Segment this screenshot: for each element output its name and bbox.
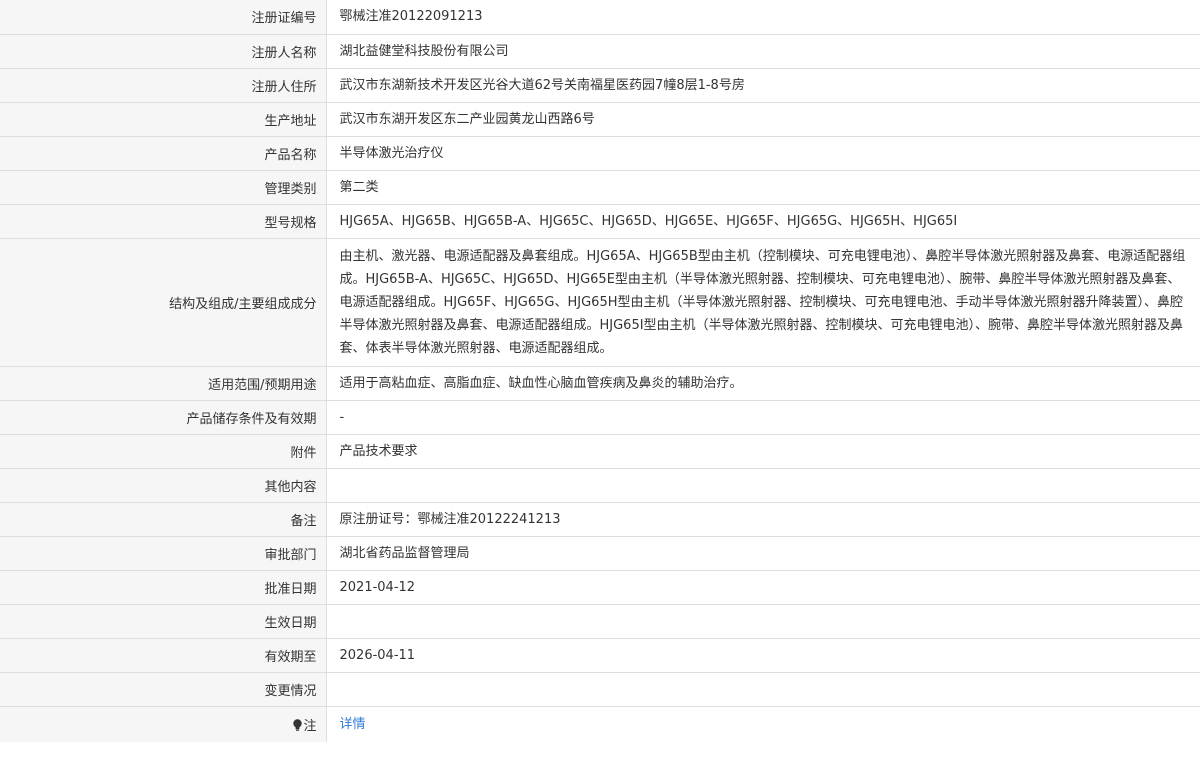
table-row: 管理类别 第二类 [0,170,1200,205]
row-label: 产品储存条件及有效期 [0,400,327,435]
table-row: 附件 产品技术要求 [0,434,1200,469]
row-value: HJG65A、HJG65B、HJG65B-A、HJG65C、HJG65D、HJG… [326,204,1200,239]
lightbulb-icon [293,719,303,731]
row-value: 产品技术要求 [326,434,1200,469]
row-value: 武汉市东湖新技术开发区光谷大道62号关南福星医药园7幢8层1-8号房 [326,68,1200,103]
row-value: 湖北益健堂科技股份有限公司 [326,34,1200,69]
row-label: 批准日期 [0,570,327,605]
row-value: 2026-04-11 [326,638,1200,673]
row-value: 鄂械注准20122091213 [326,0,1200,35]
table-row: 有效期至 2026-04-11 [0,638,1200,673]
row-label: 注册证编号 [0,0,327,35]
row-value: 湖北省药品监督管理局 [326,536,1200,571]
row-label: 审批部门 [0,536,327,571]
row-label: 型号规格 [0,204,327,239]
row-label: 备注 [0,502,327,537]
row-label: 注册人名称 [0,34,327,69]
row-value: - [326,400,1200,435]
row-label: 产品名称 [0,136,327,171]
row-value: 原注册证号：鄂械注准20122241213 [326,502,1200,537]
row-value: 武汉市东湖开发区东二产业园黄龙山西路6号 [326,102,1200,137]
row-value [326,604,1200,639]
row-label: 生产地址 [0,102,327,137]
table-row: 注 详情 [0,706,1200,742]
table-row: 批准日期 2021-04-12 [0,570,1200,605]
row-value: 由主机、激光器、电源适配器及鼻套组成。HJG65A、HJG65B型由主机（控制模… [326,238,1200,367]
table-row: 适用范围/预期用途 适用于高粘血症、高脂血症、缺血性心脑血管疾病及鼻炎的辅助治疗… [0,366,1200,401]
row-label: 注 [303,718,317,734]
table-row: 产品储存条件及有效期 - [0,400,1200,435]
table-row: 变更情况 [0,672,1200,707]
note-label-cell: 注 [0,706,327,742]
row-label: 有效期至 [0,638,327,673]
table-row: 型号规格 HJG65A、HJG65B、HJG65B-A、HJG65C、HJG65… [0,204,1200,239]
row-label: 附件 [0,434,327,469]
table-row: 注册人名称 湖北益健堂科技股份有限公司 [0,34,1200,69]
table-row: 注册人住所 武汉市东湖新技术开发区光谷大道62号关南福星医药园7幢8层1-8号房 [0,68,1200,103]
table-row: 生效日期 [0,604,1200,639]
table-row: 备注 原注册证号：鄂械注准20122241213 [0,502,1200,537]
row-label: 生效日期 [0,604,327,639]
table-row: 产品名称 半导体激光治疗仪 [0,136,1200,171]
row-value: 2021-04-12 [326,570,1200,605]
registration-detail-table: 注册证编号 鄂械注准20122091213 注册人名称 湖北益健堂科技股份有限公… [0,0,1200,742]
table-row: 其他内容 [0,468,1200,503]
row-value: 第二类 [326,170,1200,205]
row-label: 其他内容 [0,468,327,503]
table-row: 生产地址 武汉市东湖开发区东二产业园黄龙山西路6号 [0,102,1200,137]
row-value: 详情 [326,706,1200,742]
row-value: 半导体激光治疗仪 [326,136,1200,171]
row-label: 变更情况 [0,672,327,707]
table-row: 结构及组成/主要组成成分 由主机、激光器、电源适配器及鼻套组成。HJG65A、H… [0,238,1200,367]
row-label: 管理类别 [0,170,327,205]
row-value [326,468,1200,503]
table-row: 注册证编号 鄂械注准20122091213 [0,0,1200,35]
row-value: 适用于高粘血症、高脂血症、缺血性心脑血管疾病及鼻炎的辅助治疗。 [326,366,1200,401]
details-link[interactable]: 详情 [340,717,366,732]
row-label: 结构及组成/主要组成成分 [0,238,327,367]
row-label: 注册人住所 [0,68,327,103]
row-label: 适用范围/预期用途 [0,366,327,401]
table-row: 审批部门 湖北省药品监督管理局 [0,536,1200,571]
row-value [326,672,1200,707]
